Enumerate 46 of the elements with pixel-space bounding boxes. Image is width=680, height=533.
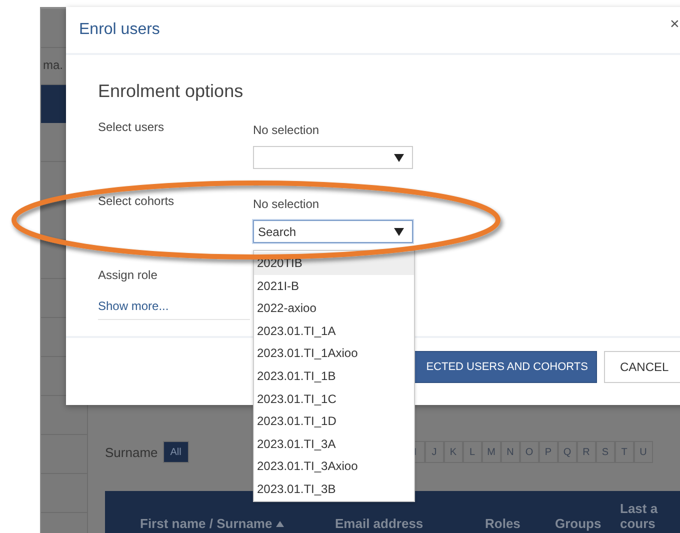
filter-label: Surname [105, 444, 158, 460]
dropdown-caret-icon [394, 154, 404, 162]
dropdown-option[interactable]: 2023.01.TI_1Axioo [254, 342, 414, 365]
dropdown-option[interactable]: 2023.01.TI_3A [254, 432, 414, 456]
close-button[interactable]: × [670, 16, 680, 34]
field-label: Select users [98, 120, 166, 136]
column-header[interactable]: Last a cours [620, 501, 658, 531]
column-header[interactable]: Roles [485, 516, 520, 531]
letter-filter-button[interactable]: N [500, 441, 520, 463]
show-more-link[interactable]: Show more... [98, 294, 250, 320]
search-field[interactable]: Search [253, 220, 413, 243]
letter-filter-button[interactable]: Q [558, 441, 577, 463]
dropdown-option[interactable]: 2023.01.TI_1A [254, 320, 414, 342]
dropdown-option[interactable]: 2021I-B [254, 274, 414, 298]
letter-filter-button[interactable]: J [424, 441, 444, 463]
letter-filter-button[interactable]: All [162, 441, 189, 463]
letter-filter-button[interactable]: O [520, 441, 539, 463]
letter-filter-button[interactable]: R [576, 441, 596, 463]
dropdown-option[interactable]: 2023.01.TI_1B [254, 364, 414, 388]
letter-filter-button[interactable]: S [596, 441, 615, 463]
letter-filter-button[interactable]: L [462, 441, 482, 463]
column-header[interactable]: Email address [335, 516, 424, 531]
dropdown-option[interactable]: 2023.01.TI_1D [254, 410, 414, 433]
selection-text: No selection [253, 196, 320, 213]
section-heading: Enrolment options [98, 81, 244, 102]
selection-text: No selection [253, 122, 320, 139]
sidebar-block [41, 85, 67, 123]
column-header[interactable]: Groups [555, 516, 602, 531]
dropdown-caret-icon [394, 228, 404, 236]
letter-filter-button[interactable]: M [482, 441, 501, 463]
dropdown-option[interactable]: 2023.01.TI_1C [254, 388, 414, 410]
letter-filter-button[interactable]: T [614, 441, 634, 463]
dropdown-option[interactable]: 2022-axioo [254, 297, 414, 320]
letter-filter-button[interactable]: K [444, 441, 463, 463]
cancel-button[interactable]: CANCEL [604, 351, 680, 383]
dropdown-option[interactable]: 2023.01.TI_3B [254, 478, 414, 501]
field-label: Select cohorts [98, 194, 176, 210]
enrol-button[interactable]: ECTED USERS AND COHORTS [412, 351, 597, 383]
dialog-title: Enrol users [79, 21, 160, 39]
dropdown-option[interactable]: 2023.01.TI_3Axioo [254, 455, 414, 478]
sort-icon [276, 520, 284, 526]
field-label: Assign role [98, 268, 158, 284]
search-field[interactable] [253, 146, 413, 169]
letter-filter-button[interactable]: P [538, 441, 558, 463]
letter-filter-button[interactable]: U [634, 441, 653, 463]
column-header[interactable]: First name / Surname [140, 516, 272, 531]
